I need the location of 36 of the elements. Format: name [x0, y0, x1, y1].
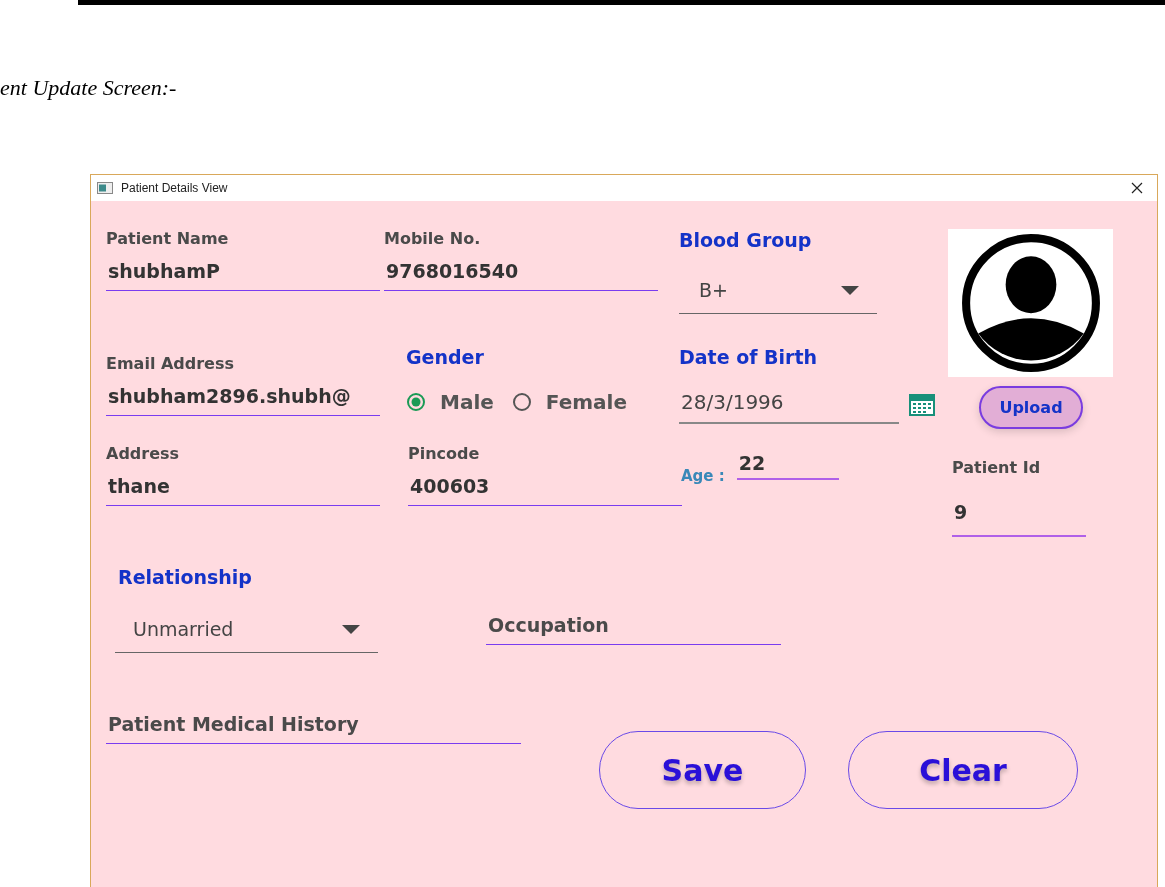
caption-text: ent Update Screen:- [0, 75, 177, 101]
address-field[interactable]: thane [106, 471, 380, 506]
field-label: Address [106, 444, 181, 463]
close-icon[interactable] [1131, 182, 1143, 194]
occupation-field[interactable]: Occupation [486, 610, 781, 645]
section-heading: Blood Group [679, 229, 813, 251]
field-label: Patient Name [106, 229, 230, 248]
avatar-icon [959, 232, 1102, 374]
radio-option[interactable]: Female [511, 390, 627, 414]
radio-icon[interactable] [406, 392, 426, 412]
relationship-dropdown[interactable]: Unmarried [115, 610, 378, 653]
mobile-field[interactable]: 9768016540 [384, 256, 658, 291]
radio-icon[interactable] [511, 392, 532, 412]
section-heading: Relationship [118, 566, 253, 588]
email-field[interactable]: shubham2896.shubh@ [106, 381, 380, 416]
section-heading: Date of Birth [679, 346, 819, 368]
field-label: Patient Id [952, 458, 1042, 477]
age-label: Age : [681, 467, 725, 485]
window-title: Patient Details View [121, 181, 229, 195]
field-label: Mobile No. [384, 229, 482, 248]
medical-history-field[interactable]: Patient Medical History [106, 709, 521, 744]
patient-name-field[interactable]: shubhamP [106, 256, 380, 291]
calendar-icon[interactable] [909, 392, 935, 416]
blood-group-dropdown[interactable]: B+ [679, 271, 877, 314]
window-icon [97, 182, 113, 194]
field-label: Pincode [408, 444, 481, 463]
caret-icon [841, 285, 859, 295]
field-label: Email Address [106, 354, 235, 373]
date-field[interactable]: 28/3/1996 [679, 384, 899, 424]
patient-id-field[interactable]: 9 [952, 485, 1086, 537]
section-heading: Gender [406, 346, 485, 368]
age-field[interactable]: 22 [736, 452, 839, 480]
radio-option[interactable]: Male [406, 390, 494, 414]
upload-button[interactable]: Upload [979, 386, 1083, 429]
pincode-field[interactable]: 400603 [408, 471, 682, 506]
caret-icon [342, 624, 360, 634]
